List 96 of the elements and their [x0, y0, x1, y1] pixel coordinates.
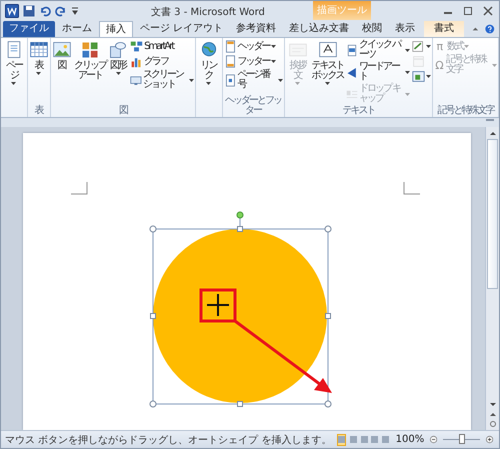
- resize-handle[interactable]: [237, 401, 243, 407]
- ribbon-tab[interactable]: 参考資料: [230, 21, 282, 37]
- caret-icon: [404, 92, 410, 96]
- ribbon-tab[interactable]: 校閲: [356, 21, 388, 37]
- ribbon-button[interactable]: [410, 69, 432, 84]
- close-icon[interactable]: [481, 4, 495, 16]
- caret-icon: [270, 45, 276, 48]
- vertical-scrollbar[interactable]: [485, 127, 499, 430]
- ribbon-button[interactable]: 図形: [107, 39, 130, 105]
- zoom-out-icon[interactable]: [430, 434, 438, 445]
- wordart-icon: [346, 66, 358, 78]
- maximize-icon[interactable]: [461, 4, 475, 16]
- group-label: 図: [118, 105, 128, 117]
- smartart-icon: [130, 40, 144, 53]
- ribbon-button[interactable]: スクリーンショット: [129, 69, 195, 91]
- caret-icon: [325, 82, 330, 85]
- ribbon-button[interactable]: ワードアート: [344, 61, 411, 83]
- table-icon: [28, 40, 49, 60]
- quick-parts-icon: [346, 44, 358, 56]
- crop-mark: [70, 182, 88, 194]
- redo-icon[interactable]: [55, 4, 67, 16]
- ribbon-button[interactable]: ヘッダー: [222, 39, 284, 54]
- caret-icon: [188, 78, 194, 82]
- ribbon-button[interactable]: ページ: [1, 39, 27, 117]
- caret-icon: [36, 72, 42, 75]
- contextual-tab-group-label: 描画ツール: [313, 1, 371, 20]
- ribbon-tab[interactable]: 挿入: [99, 21, 133, 37]
- previous-page-icon[interactable]: [488, 410, 498, 418]
- caret-icon: [404, 70, 410, 74]
- scroll-up-icon[interactable]: [488, 129, 498, 137]
- highlight-square: [200, 288, 236, 322]
- caret-icon: [404, 48, 410, 52]
- zoom-slider-thumb[interactable]: [458, 434, 465, 444]
- ribbon-tab[interactable]: 表示: [389, 21, 422, 37]
- ribbon-button[interactable]: 表: [28, 39, 50, 105]
- scroll-down-icon[interactable]: [488, 400, 498, 408]
- ribbon-button[interactable]: クイック パーツ: [344, 39, 411, 61]
- resize-handle[interactable]: [150, 226, 156, 232]
- page-number-icon: [224, 74, 236, 86]
- group-label: 記号と特殊文字: [436, 105, 495, 117]
- ribbon-tab[interactable]: ホーム: [56, 21, 98, 37]
- resize-handle[interactable]: [150, 400, 156, 408]
- crop-mark: [404, 182, 420, 194]
- calendar-icon: [412, 55, 425, 68]
- ribbon-tab[interactable]: ページ レイアウト: [134, 21, 230, 37]
- object-icon: [412, 70, 425, 83]
- group-label: テキスト: [341, 105, 376, 117]
- caret-icon: [464, 45, 469, 48]
- caret-icon: [11, 82, 16, 85]
- zoom-level[interactable]: 100%: [396, 434, 424, 445]
- footer-icon: [224, 55, 236, 68]
- scroll-thumb[interactable]: [487, 139, 498, 289]
- help-icon[interactable]: [485, 22, 496, 36]
- zoom-in-icon[interactable]: [486, 434, 493, 445]
- word-logo-icon[interactable]: [5, 4, 19, 18]
- save-icon[interactable]: [23, 4, 35, 16]
- group-label: ヘッダーとフッター: [224, 95, 282, 117]
- status-message: マウス ボタンを押しながらドラッグし、オートシェイプ を挿入します。: [5, 434, 332, 446]
- ribbon-button[interactable]: フッター: [222, 54, 284, 69]
- ribbon-button[interactable]: グラフ: [129, 54, 195, 69]
- caret-icon: [278, 78, 283, 82]
- resize-handle[interactable]: [324, 400, 332, 408]
- crosshair-cursor-icon: [206, 293, 230, 317]
- ribbon-button[interactable]: ページ番号: [222, 69, 284, 91]
- caret-icon: [206, 82, 212, 85]
- ribbon-tab[interactable]: 書式: [424, 21, 464, 37]
- ribbon-tab[interactable]: 差し込み文書: [283, 21, 356, 37]
- caret-icon: [116, 72, 121, 75]
- resize-handle[interactable]: [237, 226, 243, 232]
- ribbon-button[interactable]: テキストボックス: [310, 39, 345, 105]
- clipart-icon: [80, 40, 100, 60]
- resize-handle[interactable]: [324, 226, 332, 232]
- resize-handle[interactable]: [325, 313, 331, 319]
- screenshot-icon: [130, 74, 142, 86]
- ribbon-button[interactable]: 図: [50, 39, 73, 105]
- shapes-icon: [108, 40, 128, 60]
- landscape-picture-icon: [52, 40, 72, 60]
- undo-icon[interactable]: [39, 4, 51, 16]
- rotation-handle[interactable]: [236, 212, 244, 218]
- ribbon-button[interactable]: リンク: [196, 39, 222, 117]
- file-tab[interactable]: ファイル: [3, 21, 55, 37]
- group-label: 表: [34, 105, 44, 117]
- caret-icon: [492, 64, 498, 66]
- caret-icon: [270, 60, 276, 63]
- ribbon-button[interactable]: SmartArt: [129, 39, 195, 54]
- browse-object-icon[interactable]: [488, 420, 498, 428]
- caret-icon: [426, 45, 431, 48]
- caret-icon: [426, 75, 431, 78]
- resize-handle[interactable]: [150, 313, 156, 319]
- text-box-icon: [318, 40, 338, 60]
- window-title: 文書 3 - Microsoft Word: [151, 6, 265, 19]
- caret-icon: [295, 82, 300, 85]
- header-icon: [224, 40, 236, 53]
- customize-menu-icon[interactable]: [71, 6, 79, 16]
- ribbon-button[interactable]: クリップアート: [72, 39, 108, 105]
- ribbon-button[interactable]: [410, 39, 432, 54]
